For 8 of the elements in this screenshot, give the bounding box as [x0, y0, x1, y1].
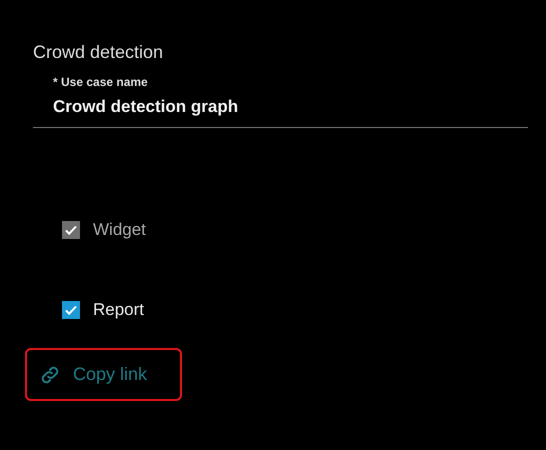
use-case-name-field[interactable]: Crowd detection graph — [33, 97, 528, 128]
checkbox-label: Report — [93, 300, 144, 320]
copy-link-button[interactable]: Copy link — [25, 348, 182, 401]
field-label: * Use case name — [52, 75, 149, 89]
section-title: Crowd detection — [33, 42, 164, 63]
checkbox-label: Widget — [93, 220, 146, 240]
link-icon — [39, 364, 61, 386]
checkbox[interactable] — [62, 301, 80, 319]
